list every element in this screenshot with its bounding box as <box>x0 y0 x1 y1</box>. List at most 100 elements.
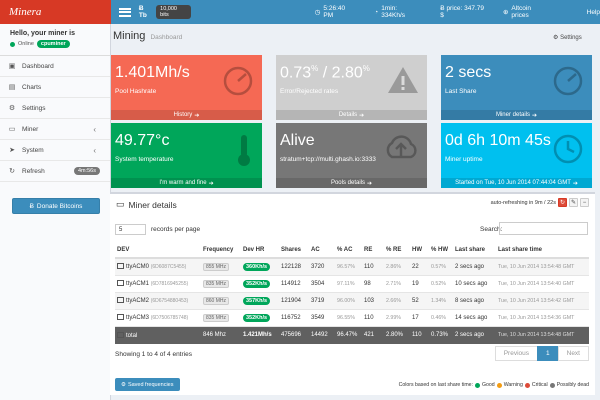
donate-label: Donate Bitcoins <box>36 202 83 210</box>
collapse-icon[interactable]: − <box>580 198 589 207</box>
miner-details-label: Miner details <box>495 112 530 118</box>
pct-hw-cell: 0.73% <box>429 325 453 344</box>
dev-cell: ttyACM1 (6D7816945255) <box>115 274 201 292</box>
rejected-rate: 2.80 <box>331 64 363 82</box>
column-header-frequency[interactable]: Frequency <box>201 242 241 259</box>
page-title-text: Mining <box>113 30 146 42</box>
arrow-circle-icon: ➔ <box>367 180 373 187</box>
donate-button[interactable]: Ƀ Donate Bitcoins <box>12 198 100 214</box>
legend-warning-dot-icon <box>496 382 502 388</box>
panel-title: ▭ Miner details <box>116 199 177 210</box>
column-header-last-share[interactable]: Last share <box>453 242 496 259</box>
dev-name: ttyACM2 <box>126 298 150 304</box>
miner-details-link[interactable]: Miner details ➔ <box>441 110 592 120</box>
user-greeting: Hello, your miner is <box>10 30 75 37</box>
app-logo[interactable]: Minera <box>0 0 111 24</box>
temperature-footer-label: I'm warm and fine <box>159 180 207 186</box>
saved-frequencies-button[interactable]: ⚙ Saved frequencies <box>115 378 180 391</box>
shares-cell: 475696 <box>279 325 309 344</box>
temperature-label: System temperature <box>115 156 174 163</box>
last-share-label: Last Share <box>445 88 477 95</box>
dev-name: ttyACM3 <box>126 315 150 321</box>
sidebar-item-label: Dashboard <box>22 62 54 70</box>
hashrate-cell: 352Kh/s <box>241 308 279 326</box>
next-page-button[interactable]: Next <box>557 346 589 361</box>
pools-details-link[interactable]: Pools details ➔ <box>276 178 427 188</box>
sidebar-item-refresh[interactable]: ↻ Refresh 4m:56s <box>0 161 110 182</box>
column-header-re[interactable]: % RE <box>384 242 410 259</box>
arrow-circle-icon: ➔ <box>194 112 200 119</box>
table-row: ttyACM2 (6D6754880453) 860 MHz 357Kh/s 1219… <box>115 291 589 309</box>
desktop-icon: ▭ <box>8 126 16 133</box>
charts-icon: ▤ <box>8 84 16 91</box>
refresh-countdown-badge: 4m:56s <box>73 167 100 175</box>
frequency-value: 835 MHz <box>203 313 230 322</box>
column-header-dev-hr[interactable]: Dev HR <box>241 242 279 259</box>
help-link[interactable]: Help 1 <box>587 9 600 16</box>
history-label: History <box>173 112 193 118</box>
pool-hashrate-value: 1.401Mh/s <box>115 64 190 81</box>
last-share-time-cell: Tue, 10 Jun 2014 13:54:36 GMT <box>496 308 589 326</box>
column-header-hw[interactable]: HW <box>410 242 429 259</box>
gauge-icon <box>223 66 253 96</box>
refresh-icon[interactable]: ↻ <box>558 198 567 207</box>
dashboard-icon: ▣ <box>8 63 16 70</box>
pagination: Previous 1 Next <box>494 346 589 361</box>
details-link[interactable]: Details ➔ <box>276 110 427 120</box>
sidebar-item-dashboard[interactable]: ▣ Dashboard <box>0 56 110 77</box>
column-header-ac[interactable]: % AC <box>335 242 362 259</box>
pool-status-box: Alive stratum+tcp://multi.ghash.io:3333 … <box>276 123 427 188</box>
re-cell: 421 <box>362 325 384 344</box>
arrow-circle-icon: ➔ <box>208 180 214 187</box>
column-header-hw[interactable]: % HW <box>429 242 453 259</box>
column-header-dev[interactable]: DEV <box>115 242 201 259</box>
time-text: 5:26:40 PM <box>323 5 346 19</box>
refresh-icon: ↻ <box>9 168 15 175</box>
settings-icon: ⚙ <box>8 105 16 112</box>
settings-link[interactable]: ⚙ Settings <box>553 34 582 41</box>
total-row: total 846 Mhz 1.421Mh/s 475696 14492 96.47% 42… <box>115 325 589 344</box>
clock-display: ◷ 5:26:40 PM <box>315 5 357 19</box>
legend-critical-dot-icon <box>524 382 530 388</box>
altcoin-prices-link[interactable]: ⊕ Altcoin prices <box>503 5 550 19</box>
sidebar-item-settings[interactable]: ⚙ Settings <box>0 98 110 119</box>
top-hashrate-text: 1min: 334Kh/s <box>381 5 406 19</box>
edit-icon[interactable]: ✎ <box>569 198 578 207</box>
page-title: Mining Dashboard <box>113 30 182 42</box>
user-panel: Hello, your miner is Online cpuminer <box>0 24 110 56</box>
temperature-footer[interactable]: I'm warm and fine ➔ <box>111 178 262 188</box>
dev-serial: (6D6754880453) <box>150 298 189 304</box>
sidebar-item-miner[interactable]: ▭ Miner ‹ <box>0 119 110 140</box>
sidebar-item-label: System <box>22 146 44 154</box>
column-header-shares[interactable]: Shares <box>279 242 309 259</box>
search-input[interactable] <box>499 222 588 235</box>
re-cell: 110 <box>362 257 384 275</box>
pct-re-cell: 2.71% <box>384 274 410 292</box>
history-link[interactable]: History ➔ <box>111 110 262 120</box>
column-header-re[interactable]: RE <box>362 242 384 259</box>
temperature-box: 49.77°c System temperature I'm warm and … <box>111 123 262 188</box>
ac-cell: 3504 <box>309 274 335 292</box>
btc-label: Ƀ Tb <box>138 5 147 19</box>
hw-cell: 17 <box>410 308 429 326</box>
column-header-last-share-time[interactable]: Last share time <box>496 242 589 259</box>
page-1-button[interactable]: 1 <box>537 346 559 361</box>
legend-label: Critical <box>531 382 548 388</box>
frequency-cell: 855 MHz <box>201 257 241 275</box>
dev-serial: (6D7506785748) <box>150 315 189 321</box>
menu-toggle-icon[interactable] <box>119 7 131 17</box>
temperature-value: 49.77°c <box>115 132 170 149</box>
column-header-ac[interactable]: AC <box>309 242 335 259</box>
shares-cell: 122128 <box>279 257 309 275</box>
previous-page-button[interactable]: Previous <box>494 346 538 361</box>
last-share-cell: 2 secs ago <box>453 257 496 275</box>
miner-name-badge: cpuminer <box>36 40 70 48</box>
pct-re-cell: 2.66% <box>384 291 410 309</box>
gear-icon: ⚙ <box>121 381 126 388</box>
sidebar-item-system[interactable]: ➤ System ‹ <box>0 140 110 161</box>
sidebar-item-charts[interactable]: ▤ Charts <box>0 77 110 98</box>
records-per-page-select[interactable]: 5 <box>115 224 146 235</box>
device-icon <box>117 331 124 338</box>
hashrate-value: 360Kh/s <box>243 262 271 271</box>
table-row: ttyACM1 (6D7816945255) 835 MHz 352Kh/s 1149… <box>115 274 589 292</box>
